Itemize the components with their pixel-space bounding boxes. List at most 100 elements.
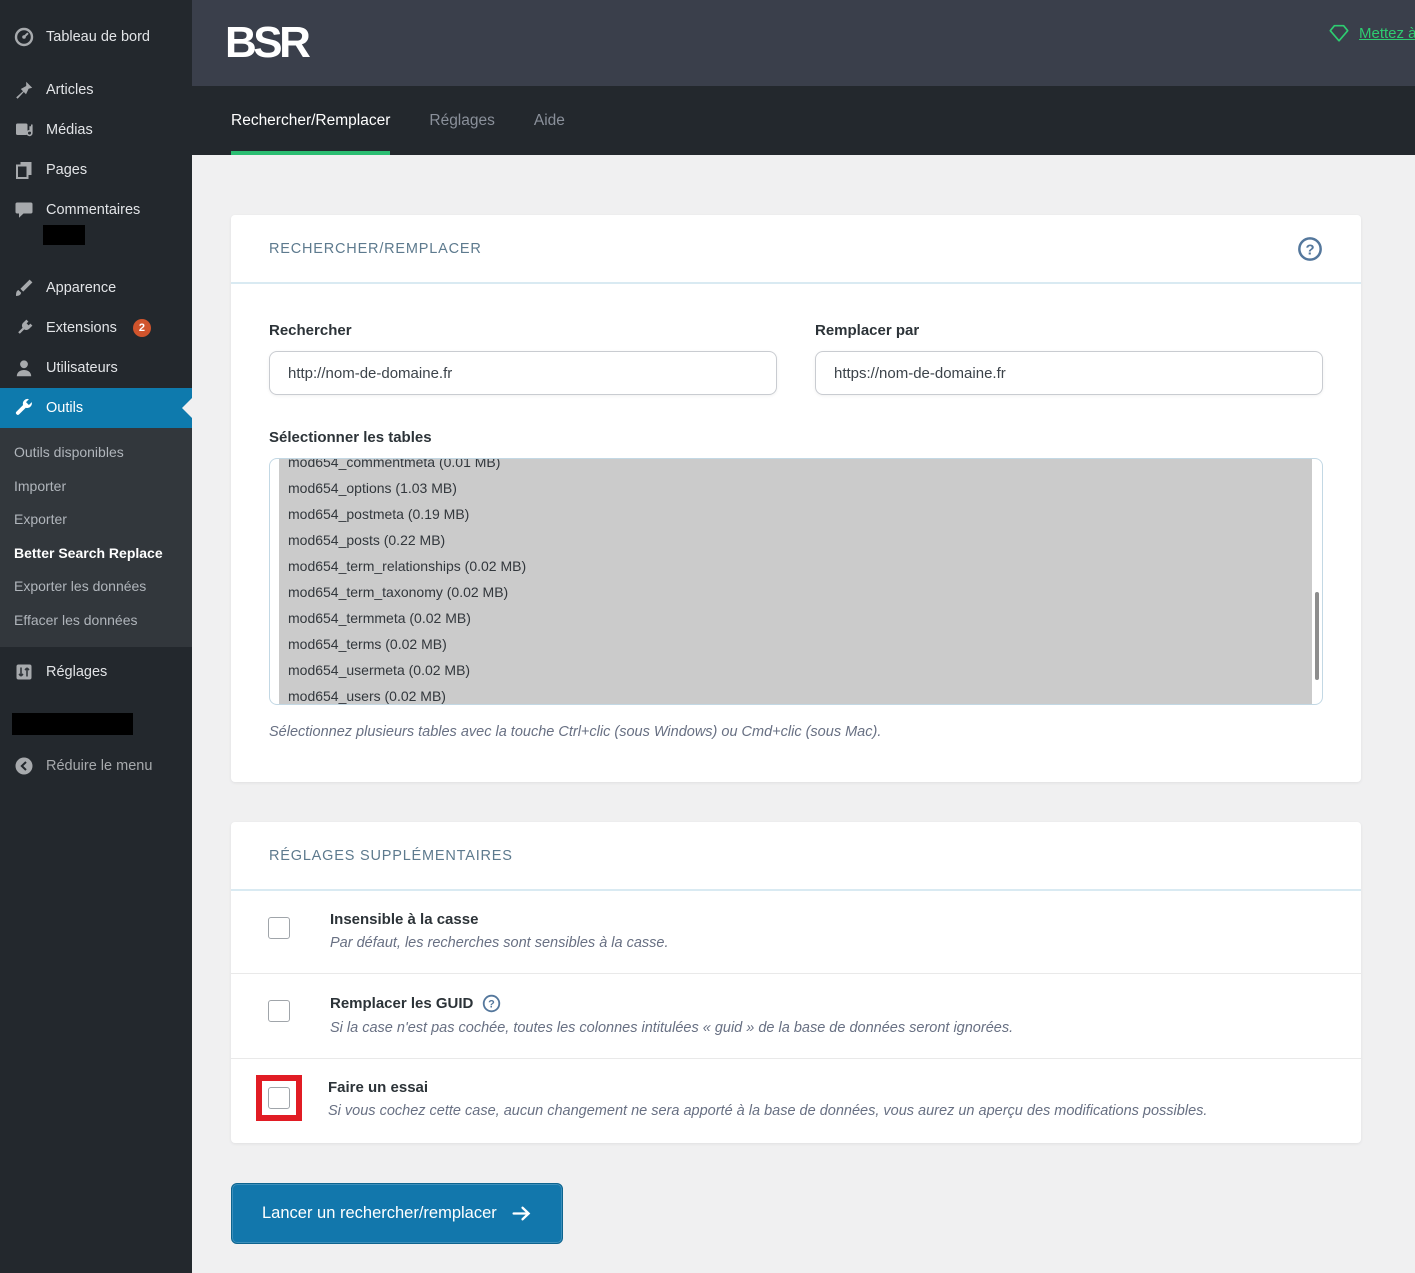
table-option[interactable]: mod654_users (0.02 MB) [279,683,1312,705]
sidebar-item-label: Tableau de bord [46,29,150,45]
table-option[interactable]: mod654_options (1.03 MB) [279,475,1312,501]
collapse-icon [14,756,34,776]
admin-sidebar: Tableau de bord Articles Médias Pages Co… [0,0,192,1273]
tab-aide[interactable]: Aide [534,86,565,155]
sidebar-item-label: Articles [46,82,94,98]
search-field-group: Rechercher [269,322,777,395]
replace-field-group: Remplacer par [815,322,1323,395]
search-replace-card-header: RECHERCHER/REMPLACER ? [231,215,1361,284]
setting-row: Insensible à la casse Par défaut, les re… [231,891,1361,973]
tables-multiselect[interactable]: mod654_commentmeta (0.01 MB)mod654_optio… [269,458,1323,705]
diamond-icon [1328,22,1350,44]
setting-title: Insensible à la casse [330,911,669,928]
setting-hint: Si la case n'est pas cochée, toutes les … [330,1020,1013,1036]
sidebar-item-label: Pages [46,162,87,178]
sidebar-item-label: Extensions [46,320,117,336]
search-label: Rechercher [269,322,777,339]
submenu-item-better-search-replace[interactable]: Better Search Replace [0,537,192,571]
bsr-logo: BSR [225,21,307,65]
search-input[interactable] [269,351,777,395]
table-option-clipped[interactable]: mod654_commentmeta (0.01 MB) [279,458,1312,475]
table-option[interactable]: mod654_terms (0.02 MB) [279,631,1312,657]
table-option[interactable]: mod654_posts (0.22 MB) [279,527,1312,553]
replace-label: Remplacer par [815,322,1323,339]
sidebar-item-m-dias[interactable]: Médias [0,110,192,150]
sidebar-item-label: Commentaires [46,202,140,218]
setting-text: Remplacer les GUID ? Si la case n'est pa… [330,994,1013,1036]
submenu-item-effacer-les-donn-es[interactable]: Effacer les données [0,604,192,638]
sidebar-item-utilisateurs[interactable]: Utilisateurs [0,348,192,388]
media-icon [14,120,34,140]
sliders-icon [14,662,34,682]
redacted-text [12,713,133,735]
sidebar-item-apparence[interactable]: Apparence [0,268,192,308]
tables-label: Sélectionner les tables [269,429,1323,446]
sidebar-item-tableau-de-bord[interactable]: Tableau de bord [0,17,192,57]
table-option[interactable]: mod654_usermeta (0.02 MB) [279,657,1312,683]
submenu-item-exporter[interactable]: Exporter [0,503,192,537]
additional-settings-rows: Insensible à la casse Par défaut, les re… [231,891,1361,1143]
search-replace-card: RECHERCHER/REMPLACER ? Rechercher Rempla… [231,215,1361,782]
tools-submenu: Outils disponiblesImporterExporterBetter… [0,428,192,647]
run-search-replace-button[interactable]: Lancer un rechercher/remplacer [231,1183,563,1244]
plugin-tabs: Rechercher/Remplacer Réglages Aide [192,86,1415,155]
help-icon[interactable]: ? [1297,236,1323,262]
setting-title: Remplacer les GUID ? [330,994,1013,1013]
submenu-item-exporter-les-donn-es[interactable]: Exporter les données [0,570,192,604]
table-option[interactable]: mod654_postmeta (0.19 MB) [279,501,1312,527]
pages-icon [14,160,34,180]
content-area: BSR Mettez à Rechercher/Remplacer Réglage… [192,0,1415,1273]
page-body: RECHERCHER/REMPLACER ? Rechercher Rempla… [192,155,1415,1244]
table-option[interactable]: mod654_term_relationships (0.02 MB) [279,553,1312,579]
upgrade-link[interactable]: Mettez à [1328,22,1415,44]
search-replace-card-body: Rechercher Remplacer par Sélectionner le… [231,284,1361,782]
replace-input[interactable] [815,351,1323,395]
checkbox-faire-un-essai[interactable] [268,1087,290,1109]
sidebar-item-label: Réglages [46,664,107,680]
run-button-label: Lancer un rechercher/remplacer [262,1204,497,1223]
tab-rechercher-remplacer[interactable]: Rechercher/Remplacer [231,86,390,155]
user-icon [14,358,34,378]
app-window: Tableau de bord Articles Médias Pages Co… [0,0,1415,1273]
brush-icon [14,278,34,298]
scrollbar-thumb[interactable] [1315,592,1319,680]
collapse-menu-button[interactable]: Réduire le menu [0,746,192,786]
sidebar-item-pages[interactable]: Pages [0,150,192,190]
tab-r-glages[interactable]: Réglages [429,86,495,155]
sidebar-item-label: Apparence [46,280,116,296]
setting-hint: Si vous cochez cette case, aucun changem… [328,1103,1207,1119]
additional-settings-title: RÉGLAGES SUPPLÉMENTAIRES [269,848,513,864]
setting-text: Faire un essai Si vous cochez cette case… [328,1079,1207,1119]
checkbox-remplacer-les-guid[interactable] [268,1000,290,1022]
sidebar-item-outils[interactable]: Outils [0,388,192,428]
search-replace-card-title: RECHERCHER/REMPLACER [269,241,482,257]
setting-text: Insensible à la casse Par défaut, les re… [330,911,669,951]
sidebar-item-commentaires[interactable]: Commentaires [0,190,192,230]
comment-icon [14,200,34,220]
plugin-icon [14,318,34,338]
sidebar-item-extensions[interactable]: Extensions 2 [0,308,192,348]
checkbox-insensible-la-casse[interactable] [268,917,290,939]
wrench-icon [14,398,34,418]
table-option[interactable]: mod654_term_taxonomy (0.02 MB) [279,579,1312,605]
search-replace-fields: Rechercher Remplacer par [269,322,1323,395]
svg-text:?: ? [1305,241,1314,258]
upgrade-link-label: Mettez à [1359,25,1415,42]
submenu-item-outils-disponibles[interactable]: Outils disponibles [0,436,192,470]
update-count-badge: 2 [133,319,151,337]
submenu-item-importer[interactable]: Importer [0,470,192,504]
table-option[interactable]: mod654_termmeta (0.02 MB) [279,605,1312,631]
additional-settings-card: RÉGLAGES SUPPLÉMENTAIRES Insensible à la… [231,822,1361,1143]
collapse-menu-label: Réduire le menu [46,758,152,774]
arrow-right-icon [511,1203,532,1224]
pin-icon [14,80,34,100]
sidebar-item-label: Utilisateurs [46,360,118,376]
setting-row: Faire un essai Si vous cochez cette case… [231,1058,1361,1143]
sidebar-item-reglages[interactable]: Réglages [0,652,192,692]
setting-hint: Par défaut, les recherches sont sensible… [330,935,669,951]
help-icon[interactable]: ? [482,994,501,1013]
sidebar-item-label: Médias [46,122,93,138]
svg-text:?: ? [489,998,496,1010]
sidebar-item-articles[interactable]: Articles [0,70,192,110]
additional-settings-header: RÉGLAGES SUPPLÉMENTAIRES [231,822,1361,891]
